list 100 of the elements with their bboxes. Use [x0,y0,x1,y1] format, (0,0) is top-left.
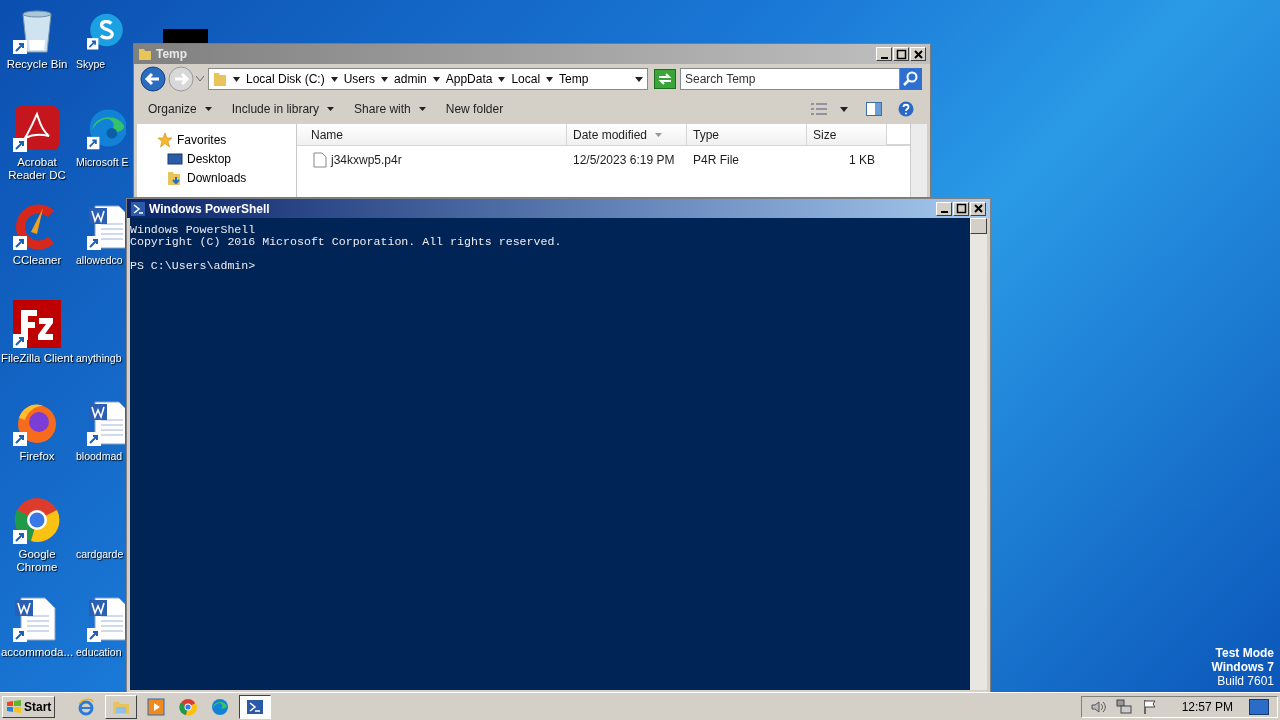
media-player-icon [147,697,166,716]
folder-icon [138,47,152,61]
scrollbar[interactable] [910,124,927,197]
navigation-item[interactable]: Downloads [187,169,247,187]
caret-icon [418,107,426,111]
toolbar-button[interactable]: Include in library [223,98,343,120]
chevron-icon[interactable] [233,76,240,82]
address-bar[interactable]: Local Disk (C:) Users admin AppData Local Temp [208,68,648,90]
maximize-button[interactable] [953,201,969,216]
scrollbar[interactable] [970,218,987,690]
redaction-block [163,29,208,43]
icon-label[interactable]: cardgarde [76,548,124,561]
maximize-button[interactable] [893,47,909,61]
sort-arrow-icon [655,132,663,137]
network-icon[interactable] [1115,698,1132,715]
icon-label[interactable]: Acrobat Reader DC [0,156,74,182]
minimize-icon [940,211,948,213]
speaker-icon[interactable] [1089,698,1106,715]
caret-icon [327,107,335,111]
table-cell-text: P4R File [693,152,739,169]
console-text: Copyright (C) 2016 Microsoft Corporation. All rights reserved. [130,236,563,248]
flag-icon[interactable] [1141,698,1158,715]
breadcrumb-item[interactable]: admin [394,70,427,88]
icon-label[interactable]: FileZilla Client [0,352,74,365]
acrobat-icon[interactable] [13,104,61,152]
icon-label[interactable]: CCleaner [12,254,62,267]
toolbar-button[interactable]: Share with [346,98,434,120]
powershell-icon [246,697,265,716]
minimize-icon [880,56,888,59]
file-icon [313,152,327,168]
dropdown-arrow-icon[interactable] [635,76,643,82]
chevron-icon[interactable] [498,76,506,82]
breadcrumb-item[interactable]: Local [511,70,541,88]
column-header[interactable]: Name [297,124,567,145]
downloads-folder-icon [167,170,183,186]
toolbar-button[interactable]: New folder [437,98,512,120]
dropdown-arrow-icon[interactable] [840,106,848,112]
chevron-icon[interactable] [432,76,440,82]
column-header[interactable]: Date modified [567,124,687,145]
folder-icon [213,71,227,87]
close-button[interactable] [910,47,926,61]
close-icon [971,202,985,215]
chrome-icon [179,697,198,716]
icon-label[interactable]: education [76,646,122,659]
icon-label[interactable]: anythingb [76,352,122,365]
navigation-item[interactable]: Favorites [177,131,227,149]
icon-label[interactable]: Microsoft E [76,156,129,169]
system-info-text: Build 7601 [1217,674,1274,688]
breadcrumb-item[interactable]: Local Disk (C:) [246,70,325,88]
column-header[interactable]: Type [687,124,807,145]
column-header[interactable]: Size [807,124,887,145]
icon-label[interactable]: Google Chrome [0,548,74,574]
windows-logo-icon [6,699,22,714]
icon-label[interactable]: bloodmad [76,450,123,463]
caret-icon [204,107,212,111]
back-button[interactable] [140,66,166,92]
powershell-icon [131,201,145,216]
edge-icon [211,697,230,716]
system-info-text: Test Mode [1215,646,1274,660]
window-title: Temp [156,46,189,63]
minimize-button[interactable] [936,201,952,216]
minimize-button[interactable] [876,47,892,61]
breadcrumb-item[interactable]: Temp [559,70,589,88]
close-button[interactable] [970,201,986,216]
breadcrumb-item[interactable]: Users [343,70,376,88]
internet-explorer-icon [77,697,96,716]
search-icon[interactable] [900,68,922,90]
preview-pane-icon[interactable] [866,102,882,116]
table-cell-text: 1 KB [849,152,875,169]
chrome-icon[interactable] [13,496,61,544]
navigation-item[interactable]: Desktop [187,150,232,168]
maximize-icon [894,47,908,61]
system-info-text: Windows 7 [1211,660,1274,674]
toolbar-button[interactable]: Organize [140,98,220,120]
show-desktop-button[interactable] [1249,698,1269,715]
refresh-button[interactable] [654,69,676,89]
search-field[interactable]: Search Temp [680,68,900,90]
maximize-icon [954,202,968,215]
icon-label[interactable]: Recycle Bin [6,58,68,71]
console[interactable]: Windows PowerShell Copyright (C) 2016 Microsoft Corporation. All rights reserved. PS C:\Users\admin> [130,218,970,690]
icon-label[interactable]: Skype [76,58,106,71]
start-button[interactable]: Start [2,695,56,718]
window-title: Windows PowerShell [149,200,271,218]
desktop-icon [167,151,183,167]
icon-label[interactable]: allowedco [76,254,123,267]
chevron-icon[interactable] [330,76,338,82]
star-icon [157,132,173,148]
icon-label[interactable]: Firefox [19,450,55,463]
table-cell[interactable]: j34kxwp5.p4r [331,151,402,169]
help-icon[interactable] [898,101,914,117]
chevron-icon[interactable] [546,76,554,82]
icon-label[interactable]: accommoda... [0,646,74,659]
close-icon [911,47,925,61]
breadcrumb-item[interactable]: AppData [445,70,493,88]
console-text: Windows PowerShell [130,224,257,236]
clock[interactable]: 12:57 PM [1181,697,1233,716]
chevron-icon[interactable] [381,76,389,82]
taskbar-button[interactable] [239,694,272,719]
filezilla-icon[interactable] [13,300,61,348]
command-prompt[interactable]: PS C:\Users\admin> [130,260,970,272]
